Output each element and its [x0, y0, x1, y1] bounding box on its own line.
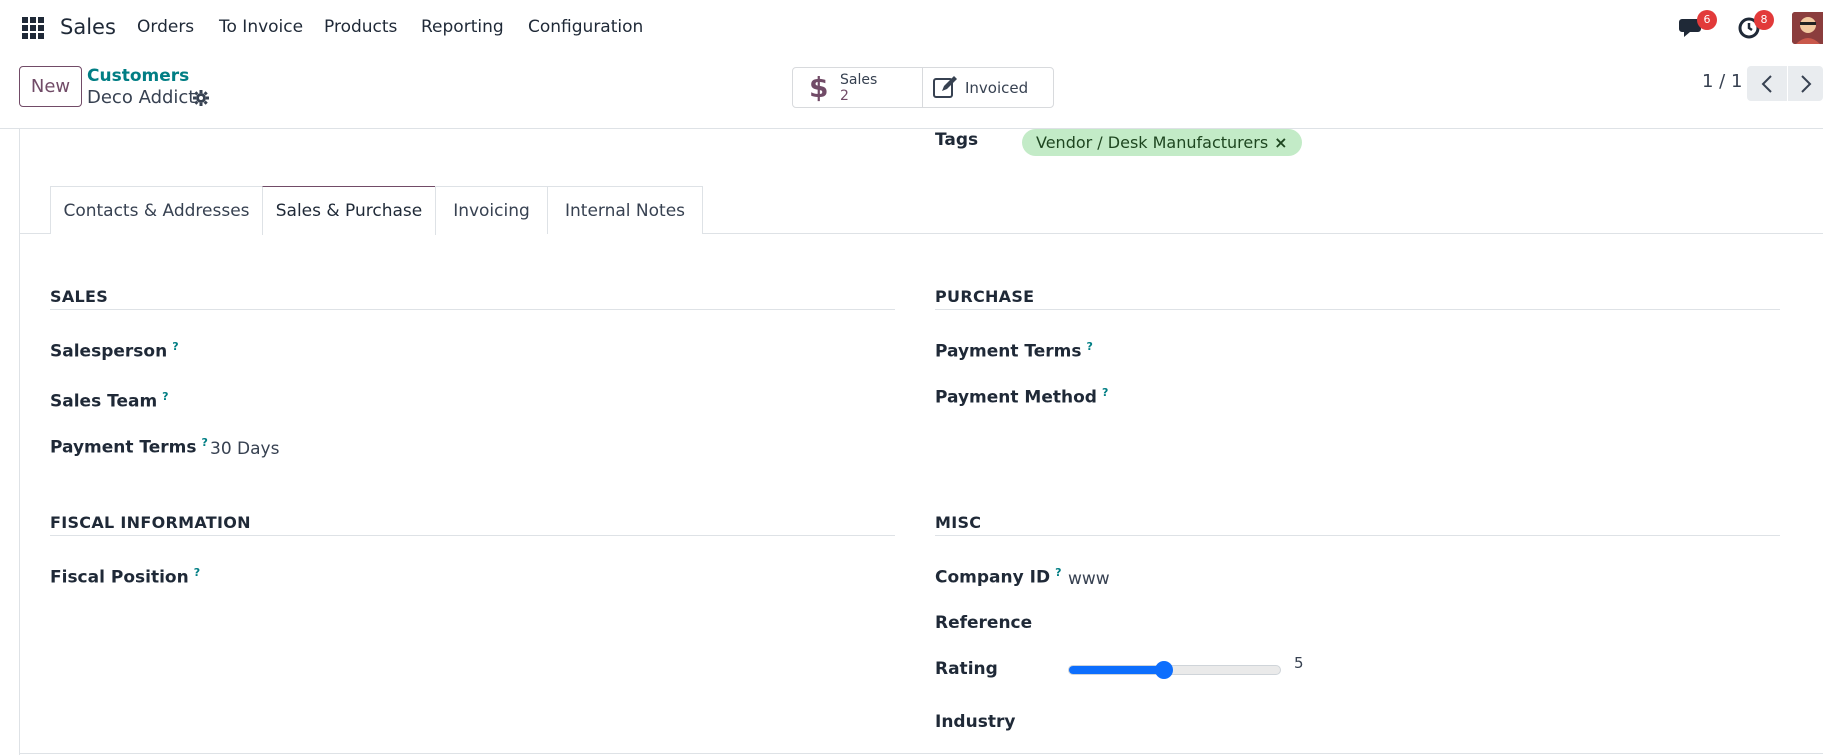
sheet-border-bottom — [19, 753, 1823, 754]
pager-value[interactable]: 1 / 1 — [1702, 71, 1742, 92]
sales-payment-terms-label: Payment Terms? — [50, 436, 208, 458]
sales-smart-value: 2 — [840, 88, 849, 104]
menu-configuration[interactable]: Configuration — [528, 17, 643, 37]
clock-icon[interactable]: 8 — [1736, 10, 1774, 42]
purchase-section-title: PURCHASE — [935, 287, 1035, 306]
industry-label: Industry — [935, 712, 1016, 732]
purchase-section-line — [935, 309, 1780, 310]
new-button[interactable]: New — [19, 66, 82, 107]
misc-section-line — [935, 535, 1780, 536]
gear-icon[interactable] — [193, 90, 209, 106]
activities-badge: 8 — [1754, 10, 1774, 30]
fiscal-section-title: FISCAL INFORMATION — [50, 513, 251, 532]
tab-invoicing[interactable]: Invoicing — [435, 186, 548, 234]
edit-icon — [933, 76, 959, 100]
tag-chip[interactable]: Vendor / Desk Manufacturers × — [1022, 129, 1302, 156]
company-id-label: Company ID? — [935, 566, 1062, 588]
control-panel-divider — [0, 128, 1823, 129]
help-icon: ? — [162, 390, 169, 403]
app-name[interactable]: Sales — [60, 15, 116, 39]
sales-section-title: SALES — [50, 287, 109, 306]
help-icon: ? — [193, 566, 201, 579]
tab-internal-notes[interactable]: Internal Notes — [547, 186, 703, 234]
tags-label: Tags — [935, 130, 979, 150]
pager-next-button[interactable] — [1788, 66, 1823, 101]
help-icon: ? — [172, 340, 179, 353]
fiscal-section-line — [50, 535, 895, 536]
salesperson-label: Salesperson? — [50, 340, 179, 362]
dollar-icon: $ — [809, 71, 829, 104]
help-icon: ? — [201, 436, 208, 449]
rating-slider-fill — [1069, 666, 1164, 674]
rating-label: Rating — [935, 659, 998, 679]
invoiced-smart-label: Invoiced — [965, 79, 1029, 97]
apps-grid-icon[interactable] — [22, 17, 44, 39]
breadcrumb-current: Deco Addict — [87, 87, 196, 108]
help-icon: ? — [1101, 386, 1109, 399]
pager-previous-button[interactable] — [1747, 66, 1787, 101]
menu-reporting[interactable]: Reporting — [421, 17, 504, 37]
sales-section-line — [50, 309, 895, 310]
menu-orders[interactable]: Orders — [137, 17, 194, 37]
fiscal-position-label: Fiscal Position? — [50, 566, 201, 588]
tab-sales-purchase[interactable]: Sales & Purchase — [262, 186, 436, 235]
company-id-field[interactable]: www — [1068, 569, 1110, 589]
breadcrumb-customers[interactable]: Customers — [87, 66, 189, 86]
sales-team-label: Sales Team? — [50, 390, 169, 412]
rating-slider[interactable] — [1068, 661, 1281, 679]
chat-icon[interactable]: 6 — [1679, 10, 1717, 42]
help-icon: ? — [1086, 340, 1093, 353]
chevron-right-icon — [1800, 74, 1811, 93]
purchase-payment-terms-label: Payment Terms? — [935, 340, 1093, 362]
sales-smart-button[interactable]: $ Sales 2 — [792, 67, 923, 108]
rating-slider-thumb[interactable] — [1154, 661, 1173, 679]
tag-label: Vendor / Desk Manufacturers — [1036, 133, 1269, 152]
tag-remove-icon[interactable]: × — [1274, 133, 1287, 152]
sales-smart-label: Sales — [840, 72, 878, 88]
help-icon: ? — [1055, 566, 1062, 579]
menu-to-invoice[interactable]: To Invoice — [219, 17, 303, 37]
rating-value: 5 — [1294, 654, 1304, 672]
user-avatar[interactable] — [1792, 12, 1823, 44]
tab-contacts-addresses[interactable]: Contacts & Addresses — [50, 186, 263, 234]
payment-method-label: Payment Method? — [935, 386, 1109, 408]
reference-label: Reference — [935, 613, 1033, 633]
misc-section-title: MISC — [935, 513, 982, 532]
messages-badge: 6 — [1697, 10, 1717, 30]
menu-products[interactable]: Products — [324, 17, 397, 37]
invoiced-smart-button[interactable]: Invoiced — [922, 67, 1054, 108]
top-navbar: Sales Orders To Invoice Products Reporti… — [0, 0, 1823, 56]
sales-payment-terms-field[interactable]: 30 Days — [210, 439, 279, 459]
chevron-left-icon — [1761, 74, 1772, 93]
sheet-border-left — [19, 129, 20, 755]
